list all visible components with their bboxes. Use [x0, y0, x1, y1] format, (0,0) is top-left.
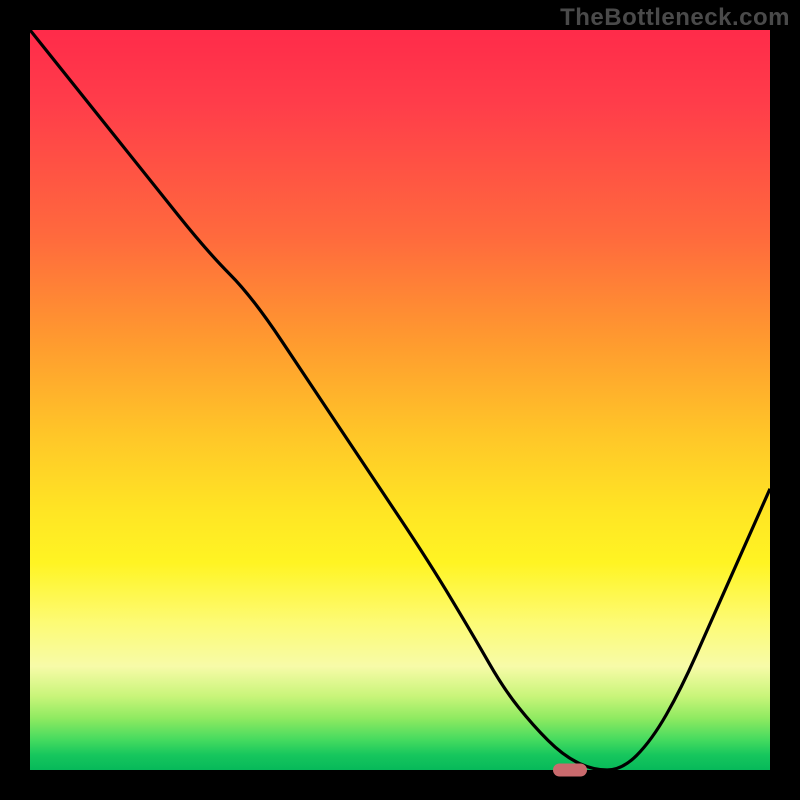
watermark-text: TheBottleneck.com	[560, 4, 790, 32]
plot-area	[30, 30, 770, 770]
chart-frame: TheBottleneck.com	[0, 0, 800, 800]
bottleneck-curve	[30, 30, 770, 770]
optimal-marker	[553, 764, 587, 777]
